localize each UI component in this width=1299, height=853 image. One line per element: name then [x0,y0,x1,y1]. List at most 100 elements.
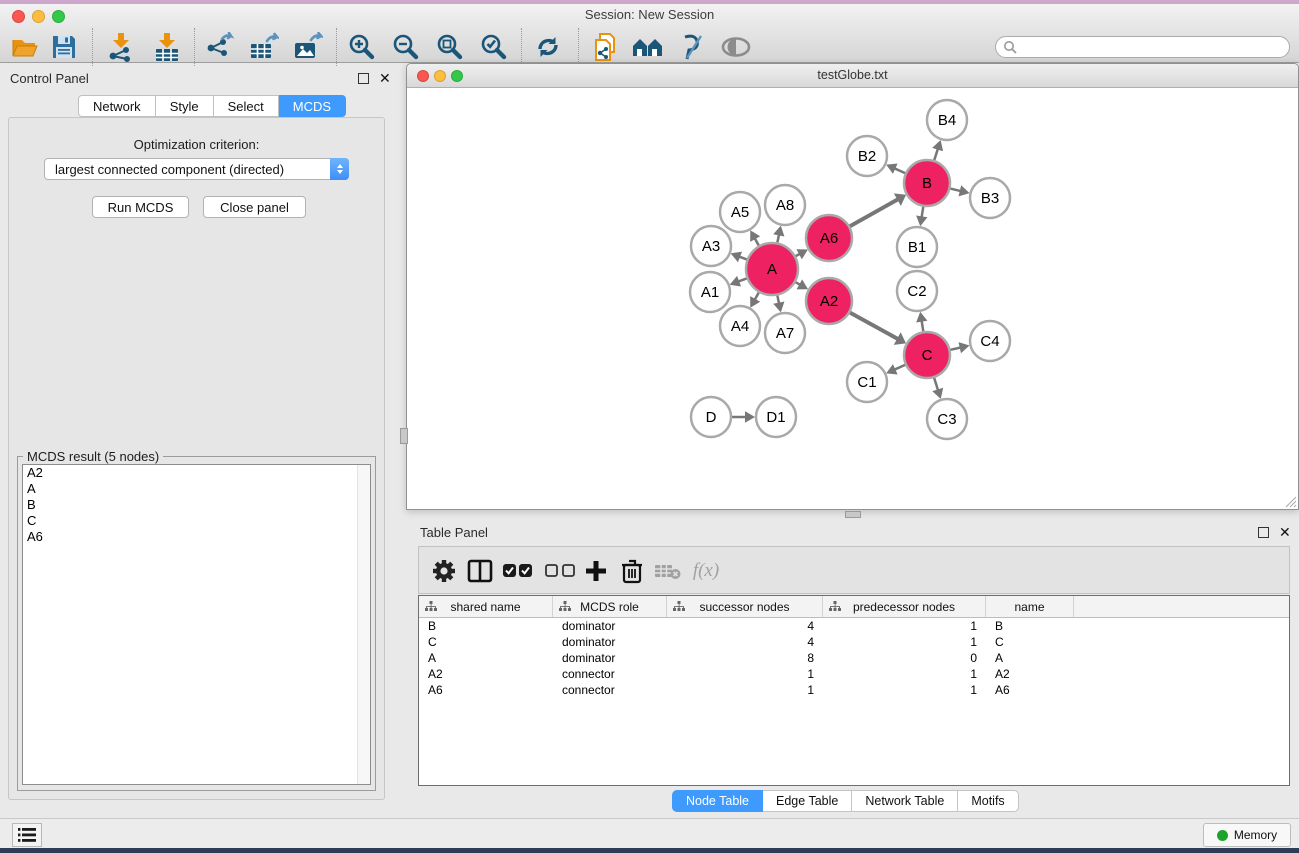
home-view-icon[interactable] [630,30,666,64]
scrollbar-track[interactable] [357,465,370,784]
graph-node-A6[interactable]: A6 [806,215,852,261]
graph-node-B3[interactable]: B3 [970,178,1010,218]
mcds-result-item[interactable]: A2 [23,465,370,481]
mcds-result-item[interactable]: C [23,513,370,529]
show-hide-eye-icon[interactable] [718,30,754,64]
zoom-fit-icon[interactable] [432,30,468,64]
zoom-out-icon[interactable] [388,30,424,64]
deselect-all-columns-icon[interactable] [545,556,575,586]
table-panel-close-icon[interactable]: ✕ [1279,527,1291,538]
run-mcds-button[interactable]: Run MCDS [92,196,189,218]
toggle-graphics-details-icon[interactable] [674,30,710,64]
graph-node-A7[interactable]: A7 [765,313,805,353]
split-view-icon[interactable] [465,556,495,586]
control-panel-float-icon[interactable] [358,73,369,84]
graph-node-C4[interactable]: C4 [970,321,1010,361]
cell-predecessor-nodes[interactable]: 0 [823,651,986,665]
tab-style[interactable]: Style [156,95,214,117]
cell-MCDS-role[interactable]: dominator [553,619,667,633]
cell-successor-nodes[interactable]: 8 [667,651,823,665]
node-table[interactable]: shared nameMCDS rolesuccessor nodesprede… [418,595,1290,786]
zoom-in-icon[interactable] [344,30,380,64]
cell-MCDS-role[interactable]: connector [553,683,667,697]
cell-shared-name[interactable]: C [419,635,553,649]
graph-node-D1[interactable]: D1 [756,397,796,437]
cell-name[interactable]: A2 [986,667,1074,681]
export-table-icon[interactable] [246,30,282,64]
table-row[interactable]: Cdominator41C [419,634,1289,650]
task-history-button[interactable] [12,823,42,847]
cell-successor-nodes[interactable]: 1 [667,667,823,681]
table-row[interactable]: A2connector11A2 [419,666,1289,682]
table-options-gear-icon[interactable] [429,556,459,586]
mcds-result-item[interactable]: B [23,497,370,513]
optimization-criterion-dropdown[interactable]: largest connected component (directed) [44,158,349,180]
tab-motifs[interactable]: Motifs [958,790,1018,812]
tab-node-table[interactable]: Node Table [672,790,763,812]
tab-mcds[interactable]: MCDS [279,95,346,117]
search-field[interactable] [995,36,1290,58]
graph-node-B4[interactable]: B4 [927,100,967,140]
save-session-icon[interactable] [46,30,82,64]
column-header-shared-name[interactable]: shared name [419,596,553,617]
table-row[interactable]: Adominator80A [419,650,1289,666]
cell-name[interactable]: C [986,635,1074,649]
graph-node-A3[interactable]: A3 [691,226,731,266]
delete-columns-trash-icon[interactable] [617,556,647,586]
graph-node-B2[interactable]: B2 [847,136,887,176]
search-input[interactable] [1018,40,1268,54]
export-network-icon[interactable] [202,30,238,64]
zoom-selected-icon[interactable] [476,30,512,64]
cell-successor-nodes[interactable]: 4 [667,635,823,649]
graph-node-B1[interactable]: B1 [897,227,937,267]
graph-node-A1[interactable]: A1 [690,272,730,312]
network-canvas[interactable]: B4B2BB3B1A5A8A6A3AA1A2A4A7C2C4CC1C3DD1 [407,88,1298,509]
graph-node-A8[interactable]: A8 [765,185,805,225]
cell-MCDS-role[interactable]: connector [553,667,667,681]
cell-MCDS-role[interactable]: dominator [553,651,667,665]
graph-node-C[interactable]: C [904,332,950,378]
table-row[interactable]: A6connector11A6 [419,682,1289,698]
refresh-icon[interactable] [530,30,566,64]
graph-node-B[interactable]: B [904,160,950,206]
cell-shared-name[interactable]: A2 [419,667,553,681]
graph-node-A4[interactable]: A4 [720,306,760,346]
cell-predecessor-nodes[interactable]: 1 [823,667,986,681]
column-header-successor-nodes[interactable]: successor nodes [667,596,823,617]
tab-edge-table[interactable]: Edge Table [763,790,852,812]
tab-network-table[interactable]: Network Table [852,790,958,812]
graph-node-C1[interactable]: C1 [847,362,887,402]
open-session-icon[interactable] [8,30,44,64]
select-all-columns-icon[interactable] [503,556,533,586]
graph-node-A2[interactable]: A2 [806,278,852,324]
column-header-predecessor-nodes[interactable]: predecessor nodes [823,596,986,617]
cell-predecessor-nodes[interactable]: 1 [823,635,986,649]
splitter-handle[interactable] [845,511,861,518]
add-column-icon[interactable] [581,556,611,586]
column-header-name[interactable]: name [986,596,1074,617]
cell-successor-nodes[interactable]: 4 [667,619,823,633]
cell-successor-nodes[interactable]: 1 [667,683,823,697]
cell-predecessor-nodes[interactable]: 1 [823,683,986,697]
mcds-result-item[interactable]: A6 [23,529,370,545]
cell-shared-name[interactable]: A [419,651,553,665]
control-panel-close-icon[interactable]: ✕ [379,73,391,84]
graph-node-C3[interactable]: C3 [927,399,967,439]
cell-name[interactable]: A6 [986,683,1074,697]
memory-button[interactable]: Memory [1203,823,1291,847]
resize-grip-icon[interactable] [1284,495,1297,508]
graph-node-C2[interactable]: C2 [897,271,937,311]
copy-network-icon[interactable] [588,30,624,64]
mcds-result-item[interactable]: A [23,481,370,497]
tab-network[interactable]: Network [78,95,156,117]
table-panel-float-icon[interactable] [1258,527,1269,538]
column-header-MCDS-role[interactable]: MCDS role [553,596,667,617]
table-row[interactable]: Bdominator41B [419,618,1289,634]
cell-MCDS-role[interactable]: dominator [553,635,667,649]
graph-node-A5[interactable]: A5 [720,192,760,232]
close-panel-button[interactable]: Close panel [203,196,306,218]
graph-node-A[interactable]: A [746,243,798,295]
cell-name[interactable]: B [986,619,1074,633]
cell-predecessor-nodes[interactable]: 1 [823,619,986,633]
mcds-result-list[interactable]: A2ABCA6 [22,464,371,785]
